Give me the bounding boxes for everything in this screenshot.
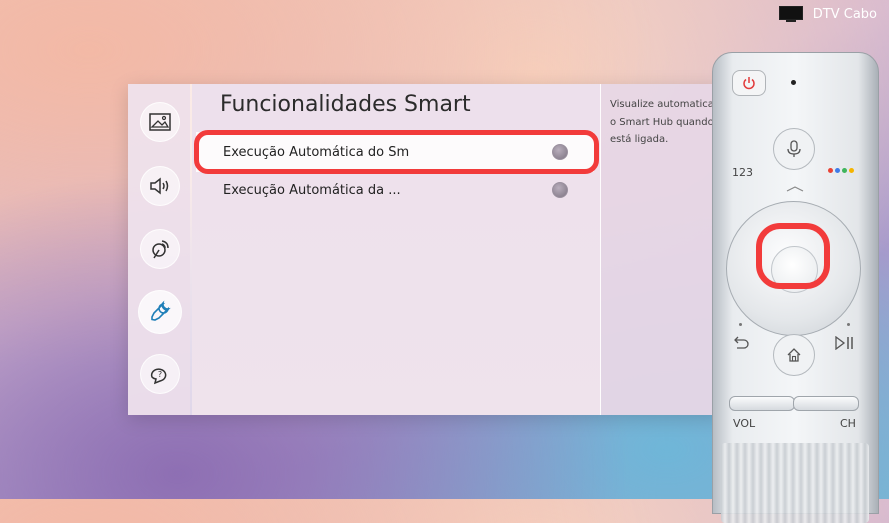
color-dot-green xyxy=(842,168,847,173)
source-indicator: DTV Cabo xyxy=(778,6,877,22)
menu-item-label: Execução Automática da ... xyxy=(223,182,401,198)
color-dot-yellow xyxy=(849,168,854,173)
home-icon xyxy=(787,348,801,362)
back-icon[interactable] xyxy=(733,336,749,350)
tv-icon xyxy=(778,6,803,22)
description-line: está ligada. xyxy=(610,134,669,145)
description-line: o Smart Hub quando xyxy=(610,116,714,128)
channel-label: CH xyxy=(840,417,856,430)
number-button-label[interactable]: 123 xyxy=(732,166,753,179)
color-dot-red xyxy=(828,168,833,173)
sound-icon xyxy=(150,177,169,195)
indicator-dot xyxy=(847,323,850,326)
sidebar-item-picture[interactable] xyxy=(140,102,180,142)
channel-rocker[interactable] xyxy=(793,396,859,411)
sidebar-item-sound[interactable] xyxy=(140,166,180,206)
power-icon xyxy=(743,77,755,90)
broadcast-icon xyxy=(152,240,169,259)
remote-control: 123 VOL CH xyxy=(712,52,879,523)
wrench-icon xyxy=(151,300,171,321)
toggle-radio[interactable] xyxy=(552,182,568,198)
page-title: Funcionalidades Smart xyxy=(220,92,471,117)
svg-text:?: ? xyxy=(158,370,162,379)
settings-sidebar: ? xyxy=(128,84,190,415)
remote-grip xyxy=(721,443,869,523)
description-panel: Visualize automatica o Smart Hub quando … xyxy=(601,84,723,415)
microphone-icon xyxy=(787,140,801,157)
sidebar-item-general[interactable] xyxy=(138,290,182,334)
description-text: Visualize automatica o Smart Hub quando … xyxy=(610,96,714,149)
source-label: DTV Cabo xyxy=(812,6,877,22)
voice-button[interactable] xyxy=(773,128,815,170)
menu-item-autorun-last-app[interactable]: Execução Automática da ... xyxy=(196,170,594,210)
color-buttons[interactable] xyxy=(828,168,854,173)
focus-highlight xyxy=(194,130,599,174)
indicator-dot xyxy=(739,323,742,326)
home-button[interactable] xyxy=(773,334,815,376)
description-line: Visualize automatica xyxy=(610,99,714,110)
play-pause-icon[interactable] xyxy=(834,336,856,350)
chevron-up-icon xyxy=(786,186,804,192)
settings-panel: ? Funcionalidades Smart Execução Automát… xyxy=(128,84,723,415)
sidebar-item-broadcast[interactable] xyxy=(140,229,180,269)
volume-label: VOL xyxy=(733,417,756,430)
microphone-hole xyxy=(791,80,796,85)
picture-icon xyxy=(149,113,171,131)
sidebar-item-support[interactable]: ? xyxy=(140,354,180,394)
select-button-highlight xyxy=(756,223,830,289)
color-dot-blue xyxy=(835,168,840,173)
support-icon: ? xyxy=(150,368,167,385)
volume-rocker[interactable] xyxy=(729,396,795,411)
power-button[interactable] xyxy=(732,70,766,96)
